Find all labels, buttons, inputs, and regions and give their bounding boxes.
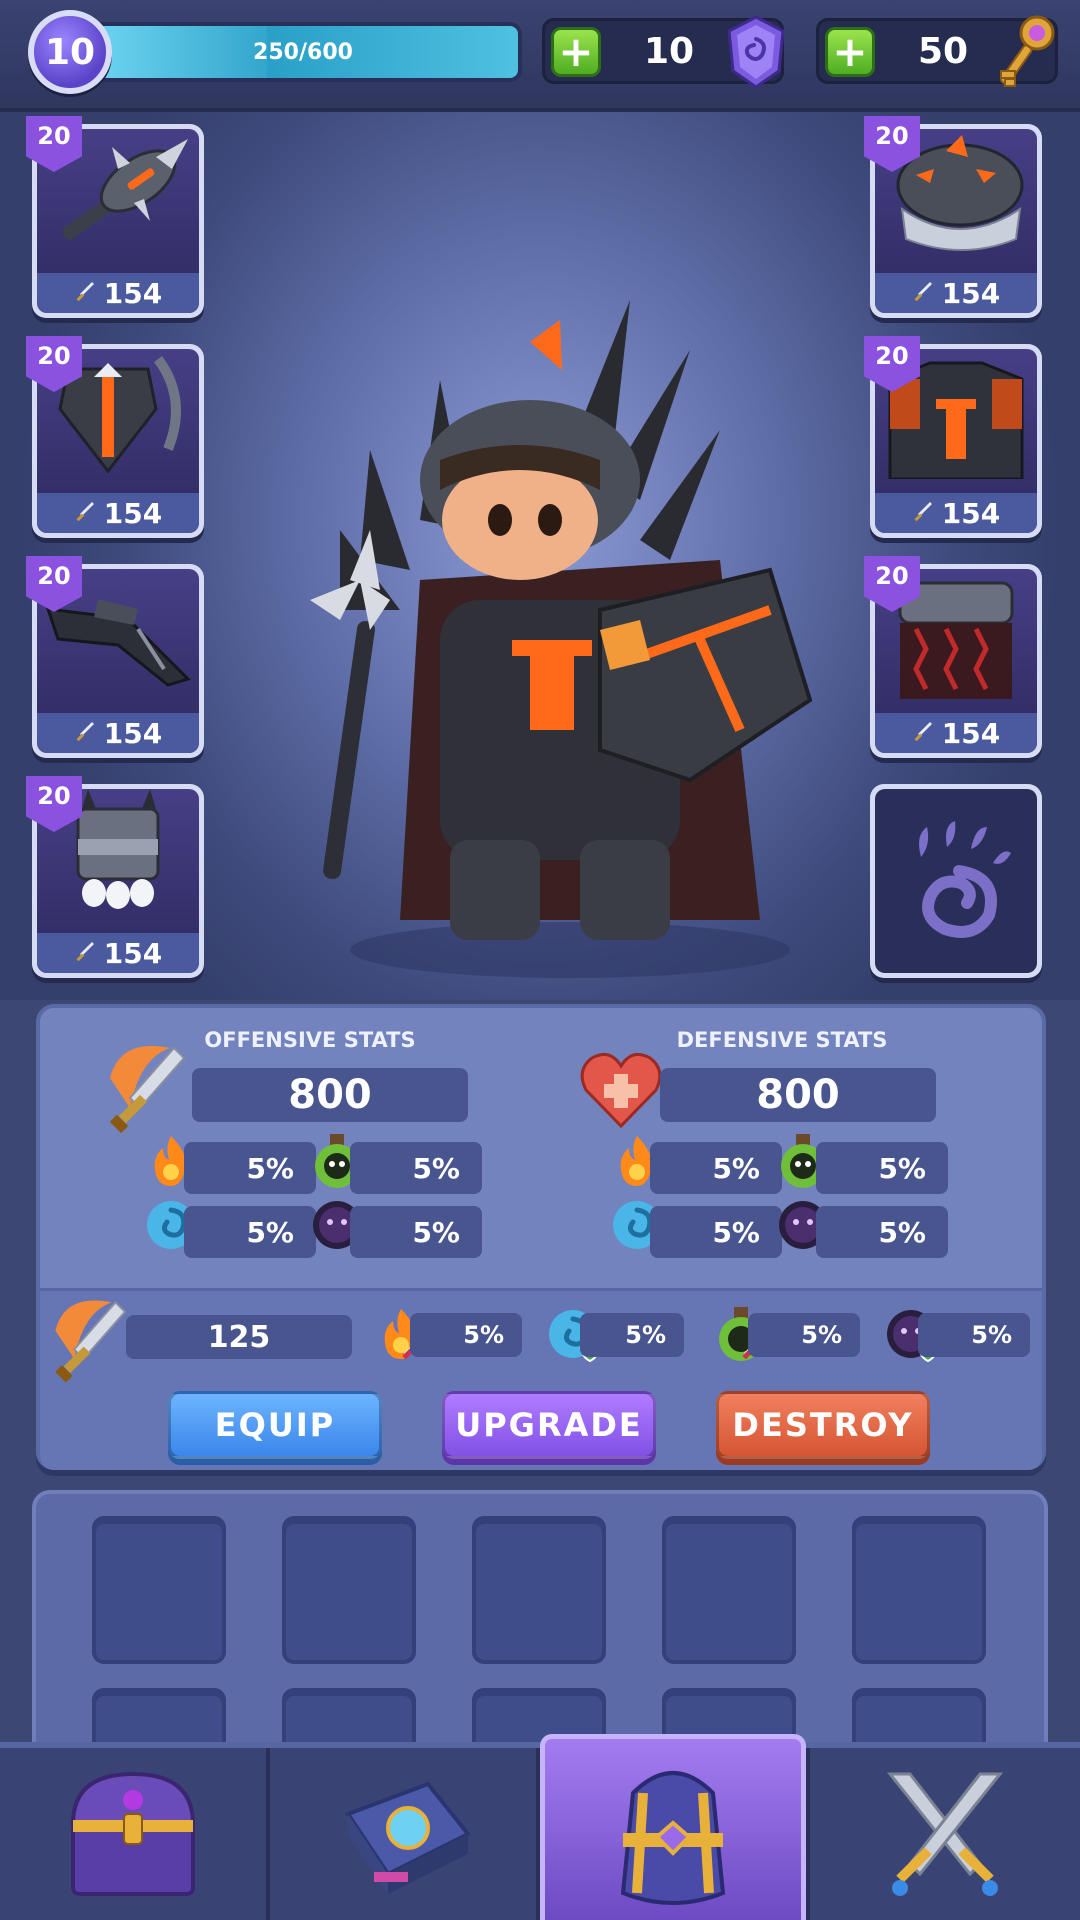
equip-slot-legs[interactable]: 20 154 <box>864 556 1042 758</box>
equip-slot-shield[interactable]: 20 154 <box>26 336 204 538</box>
sword-icon <box>76 722 94 742</box>
nav-tab-inventory[interactable] <box>540 1734 806 1920</box>
selected-item-power: 125 <box>126 1315 352 1359</box>
destroy-button[interactable]: DESTROY <box>716 1391 930 1459</box>
top-bar: 250/600 10 + 10 + 50 <box>0 0 1080 112</box>
equip-slot-boots[interactable]: 20 154 <box>26 776 204 978</box>
player-level-badge[interactable]: 10 <box>28 10 112 94</box>
sword-icon <box>914 282 932 302</box>
defensive-dark-value: 5% <box>816 1206 948 1258</box>
sword-icon <box>76 282 94 302</box>
defensive-fire-value: 5% <box>650 1142 782 1194</box>
inventory-slot[interactable] <box>92 1516 226 1664</box>
item-power: 154 <box>37 933 199 973</box>
gems-value: 10 <box>643 30 695 72</box>
item-power: 154 <box>37 273 199 313</box>
hero-character <box>310 300 813 978</box>
offensive-fire-value: 5% <box>184 1142 316 1194</box>
paw-icon <box>919 821 1011 938</box>
crossed-swords-icon <box>886 1772 1004 1896</box>
offensive-total: 800 <box>192 1068 468 1122</box>
player-level: 10 <box>44 31 96 73</box>
inventory-slot[interactable] <box>282 1516 416 1664</box>
gem-icon <box>727 15 785 89</box>
sword-icon <box>76 942 94 962</box>
sword-icon <box>914 722 932 742</box>
defensive-stats-title: DEFENSIVE STATS <box>676 1028 888 1052</box>
equip-slot-chest[interactable]: 20 154 <box>864 336 1042 538</box>
xp-text: 250/600 <box>253 39 353 65</box>
defensive-poison-value: 5% <box>816 1142 948 1194</box>
offensive-dark-value: 5% <box>350 1206 482 1258</box>
item-power: 154 <box>875 493 1037 533</box>
item-power: 154 <box>37 713 199 753</box>
equip-slot-gloves[interactable]: 20 154 <box>26 556 204 758</box>
selected-item-fire: 5% <box>410 1313 522 1357</box>
sword-icon <box>76 502 94 522</box>
defensive-water-value: 5% <box>650 1206 782 1258</box>
stats-panel: OFFENSIVE STATS 800 5% 5% 5% 5% DEFENSIV… <box>36 1004 1046 1470</box>
inventory-slot[interactable] <box>852 1516 986 1664</box>
selected-item-dark: 5% <box>918 1313 1030 1357</box>
selected-item-poison: 5% <box>748 1313 860 1357</box>
key-icon <box>1000 15 1055 87</box>
offensive-poison-value: 5% <box>350 1142 482 1194</box>
item-power: 154 <box>875 713 1037 753</box>
equip-slot-weapon[interactable]: 20 154 <box>26 116 204 318</box>
backpack-icon <box>620 1770 726 1905</box>
add-gems-button[interactable]: + <box>551 27 601 77</box>
item-power: 154 <box>37 493 199 533</box>
keys-value: 50 <box>917 30 969 72</box>
heart-icon <box>580 1052 662 1129</box>
add-keys-button[interactable]: + <box>825 27 875 77</box>
treasure-chest-icon <box>70 1771 196 1896</box>
bottom-nav <box>0 1734 1080 1920</box>
selected-item-water: 5% <box>580 1313 684 1357</box>
gems-counter: + 10 <box>542 15 785 89</box>
offensive-stats-title: OFFENSIVE STATS <box>204 1028 416 1052</box>
equip-button[interactable]: EQUIP <box>168 1391 382 1459</box>
selected-item-panel: 125 5% 5% 5% 5% EQUIP UPGRADE DESTROY <box>40 1288 1042 1470</box>
sword-icon <box>914 502 932 522</box>
nav-tab-battle[interactable] <box>810 1748 1080 1920</box>
defensive-total: 800 <box>660 1068 936 1122</box>
upgrade-button[interactable]: UPGRADE <box>442 1391 656 1459</box>
nav-tab-shop[interactable] <box>0 1748 266 1920</box>
item-power: 154 <box>875 273 1037 313</box>
equip-slot-pet[interactable] <box>870 784 1042 978</box>
equip-slot-helmet[interactable]: 20 154 <box>864 116 1042 318</box>
xp-bar: 250/600 <box>84 22 522 82</box>
inventory-slot[interactable] <box>472 1516 606 1664</box>
keys-counter: + 50 <box>816 15 1058 87</box>
inventory-slot[interactable] <box>662 1516 796 1664</box>
spellbook-icon <box>344 1781 472 1894</box>
offensive-water-value: 5% <box>184 1206 316 1258</box>
nav-tab-spellbook[interactable] <box>270 1748 536 1920</box>
sword-icon <box>109 1046 186 1134</box>
